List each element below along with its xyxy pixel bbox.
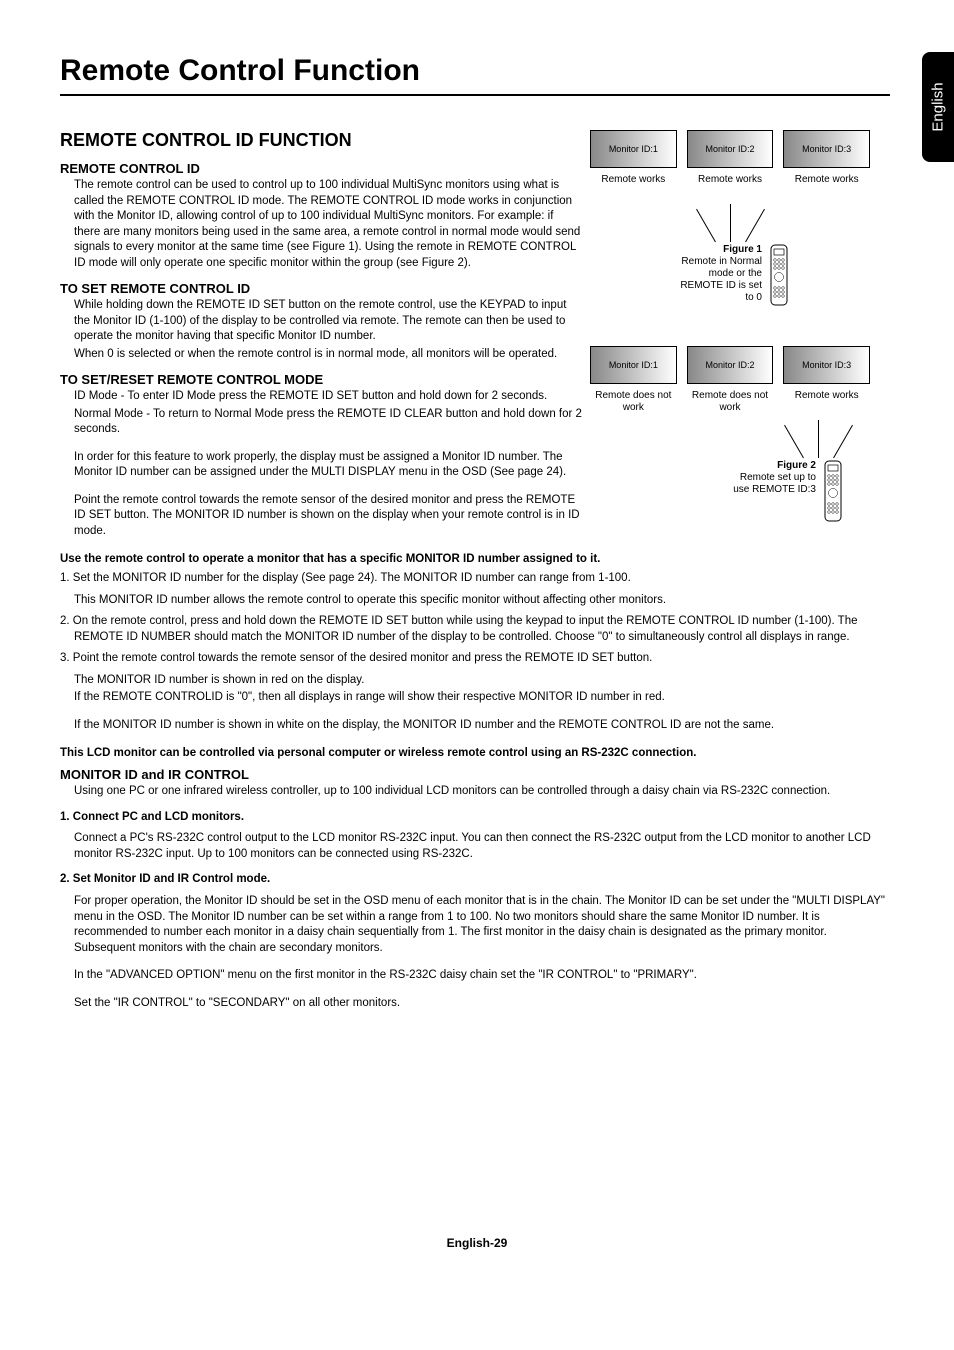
fig1-monitor-3: Monitor ID:3 xyxy=(783,130,870,168)
use-remote-3b: The MONITOR ID number is shown in red on… xyxy=(74,673,890,689)
figures-block: Monitor ID:1 Remote works Monitor ID:2 Rem… xyxy=(590,130,870,562)
fig1-caption: Figure 1 Remote in Normal mode or the RE… xyxy=(672,244,762,304)
fig2-monitor-2: Monitor ID:2 xyxy=(687,346,774,384)
fig1-monitor-2: Monitor ID:2 xyxy=(687,130,774,168)
set-reset-p4: Point the remote control towards the rem… xyxy=(74,493,582,540)
fig2-monitor-3: Monitor ID:3 xyxy=(783,346,870,384)
set-reset-p1: ID Mode - To enter ID Mode press the REM… xyxy=(74,389,582,405)
set-reset-p3: In order for this feature to work proper… xyxy=(74,450,582,481)
fig1-label-2: Remote works xyxy=(687,174,774,198)
step2-p3: Set the "IR CONTROL" to "SECONDARY" on a… xyxy=(74,996,890,1012)
fig1-label-3: Remote works xyxy=(783,174,870,198)
use-remote-3d: If the MONITOR ID number is shown in whi… xyxy=(74,718,890,734)
fig2-label-3: Remote works xyxy=(783,390,870,414)
fig2-caption: Figure 2 Remote set up to use REMOTE ID:… xyxy=(726,460,816,496)
to-set-p1: While holding down the REMOTE ID SET but… xyxy=(74,298,582,345)
fig2-label-2: Remote does not work xyxy=(687,390,774,414)
language-tab: English xyxy=(922,52,954,162)
remote-icon xyxy=(770,244,788,306)
fig1-monitor-1: Monitor ID:1 xyxy=(590,130,677,168)
section-title: REMOTE CONTROL ID FUNCTION xyxy=(60,130,582,151)
step2-p1: For proper operation, the Monitor ID sho… xyxy=(74,894,890,956)
step2-p2: In the "ADVANCED OPTION" menu on the fir… xyxy=(74,968,890,984)
to-set-heading: TO SET REMOTE CONTROL ID xyxy=(60,281,582,296)
figure-1: Monitor ID:1 Remote works Monitor ID:2 Rem… xyxy=(590,130,870,306)
step1-p1: Connect a PC's RS-232C control output to… xyxy=(74,831,890,862)
remote-control-id-body: The remote control can be used to contro… xyxy=(74,178,582,271)
set-reset-heading: TO SET/RESET REMOTE CONTROL MODE xyxy=(60,372,582,387)
fig2-label-1: Remote does not work xyxy=(590,390,677,414)
use-remote-2: 2. On the remote control, press and hold… xyxy=(60,614,890,645)
use-remote-3a: 3. Point the remote control towards the … xyxy=(60,651,890,667)
use-remote-3c: If the REMOTE CONTROLID is "0", then all… xyxy=(74,690,890,706)
figure-2: Monitor ID:1 Remote does not work Monitor… xyxy=(590,346,870,522)
mon-ir-p1: Using one PC or one infrared wireless co… xyxy=(74,784,890,800)
to-set-p2: When 0 is selected or when the remote co… xyxy=(74,347,582,363)
page-footer: English-29 xyxy=(0,1236,954,1250)
remote-icon xyxy=(824,460,842,522)
language-tab-label: English xyxy=(930,82,947,131)
mon-ir-heading: MONITOR ID and IR CONTROL xyxy=(60,767,890,782)
fig1-arrows xyxy=(590,204,870,242)
remote-control-id-heading: REMOTE CONTROL ID xyxy=(60,161,582,176)
set-reset-p2: Normal Mode - To return to Normal Mode p… xyxy=(74,407,582,438)
fig2-monitor-1: Monitor ID:1 xyxy=(590,346,677,384)
page-title: Remote Control Function xyxy=(60,54,890,96)
step1-heading: 1. Connect PC and LCD monitors. xyxy=(60,810,890,826)
step2-heading: 2. Set Monitor ID and IR Control mode. xyxy=(60,872,890,888)
use-remote-1b: This MONITOR ID number allows the remote… xyxy=(74,593,890,609)
use-remote-1a: 1. Set the MONITOR ID number for the dis… xyxy=(60,571,890,587)
fig1-label-1: Remote works xyxy=(590,174,677,198)
rs232-heading: This LCD monitor can be controlled via p… xyxy=(60,747,890,759)
fig2-arrows xyxy=(590,420,870,458)
